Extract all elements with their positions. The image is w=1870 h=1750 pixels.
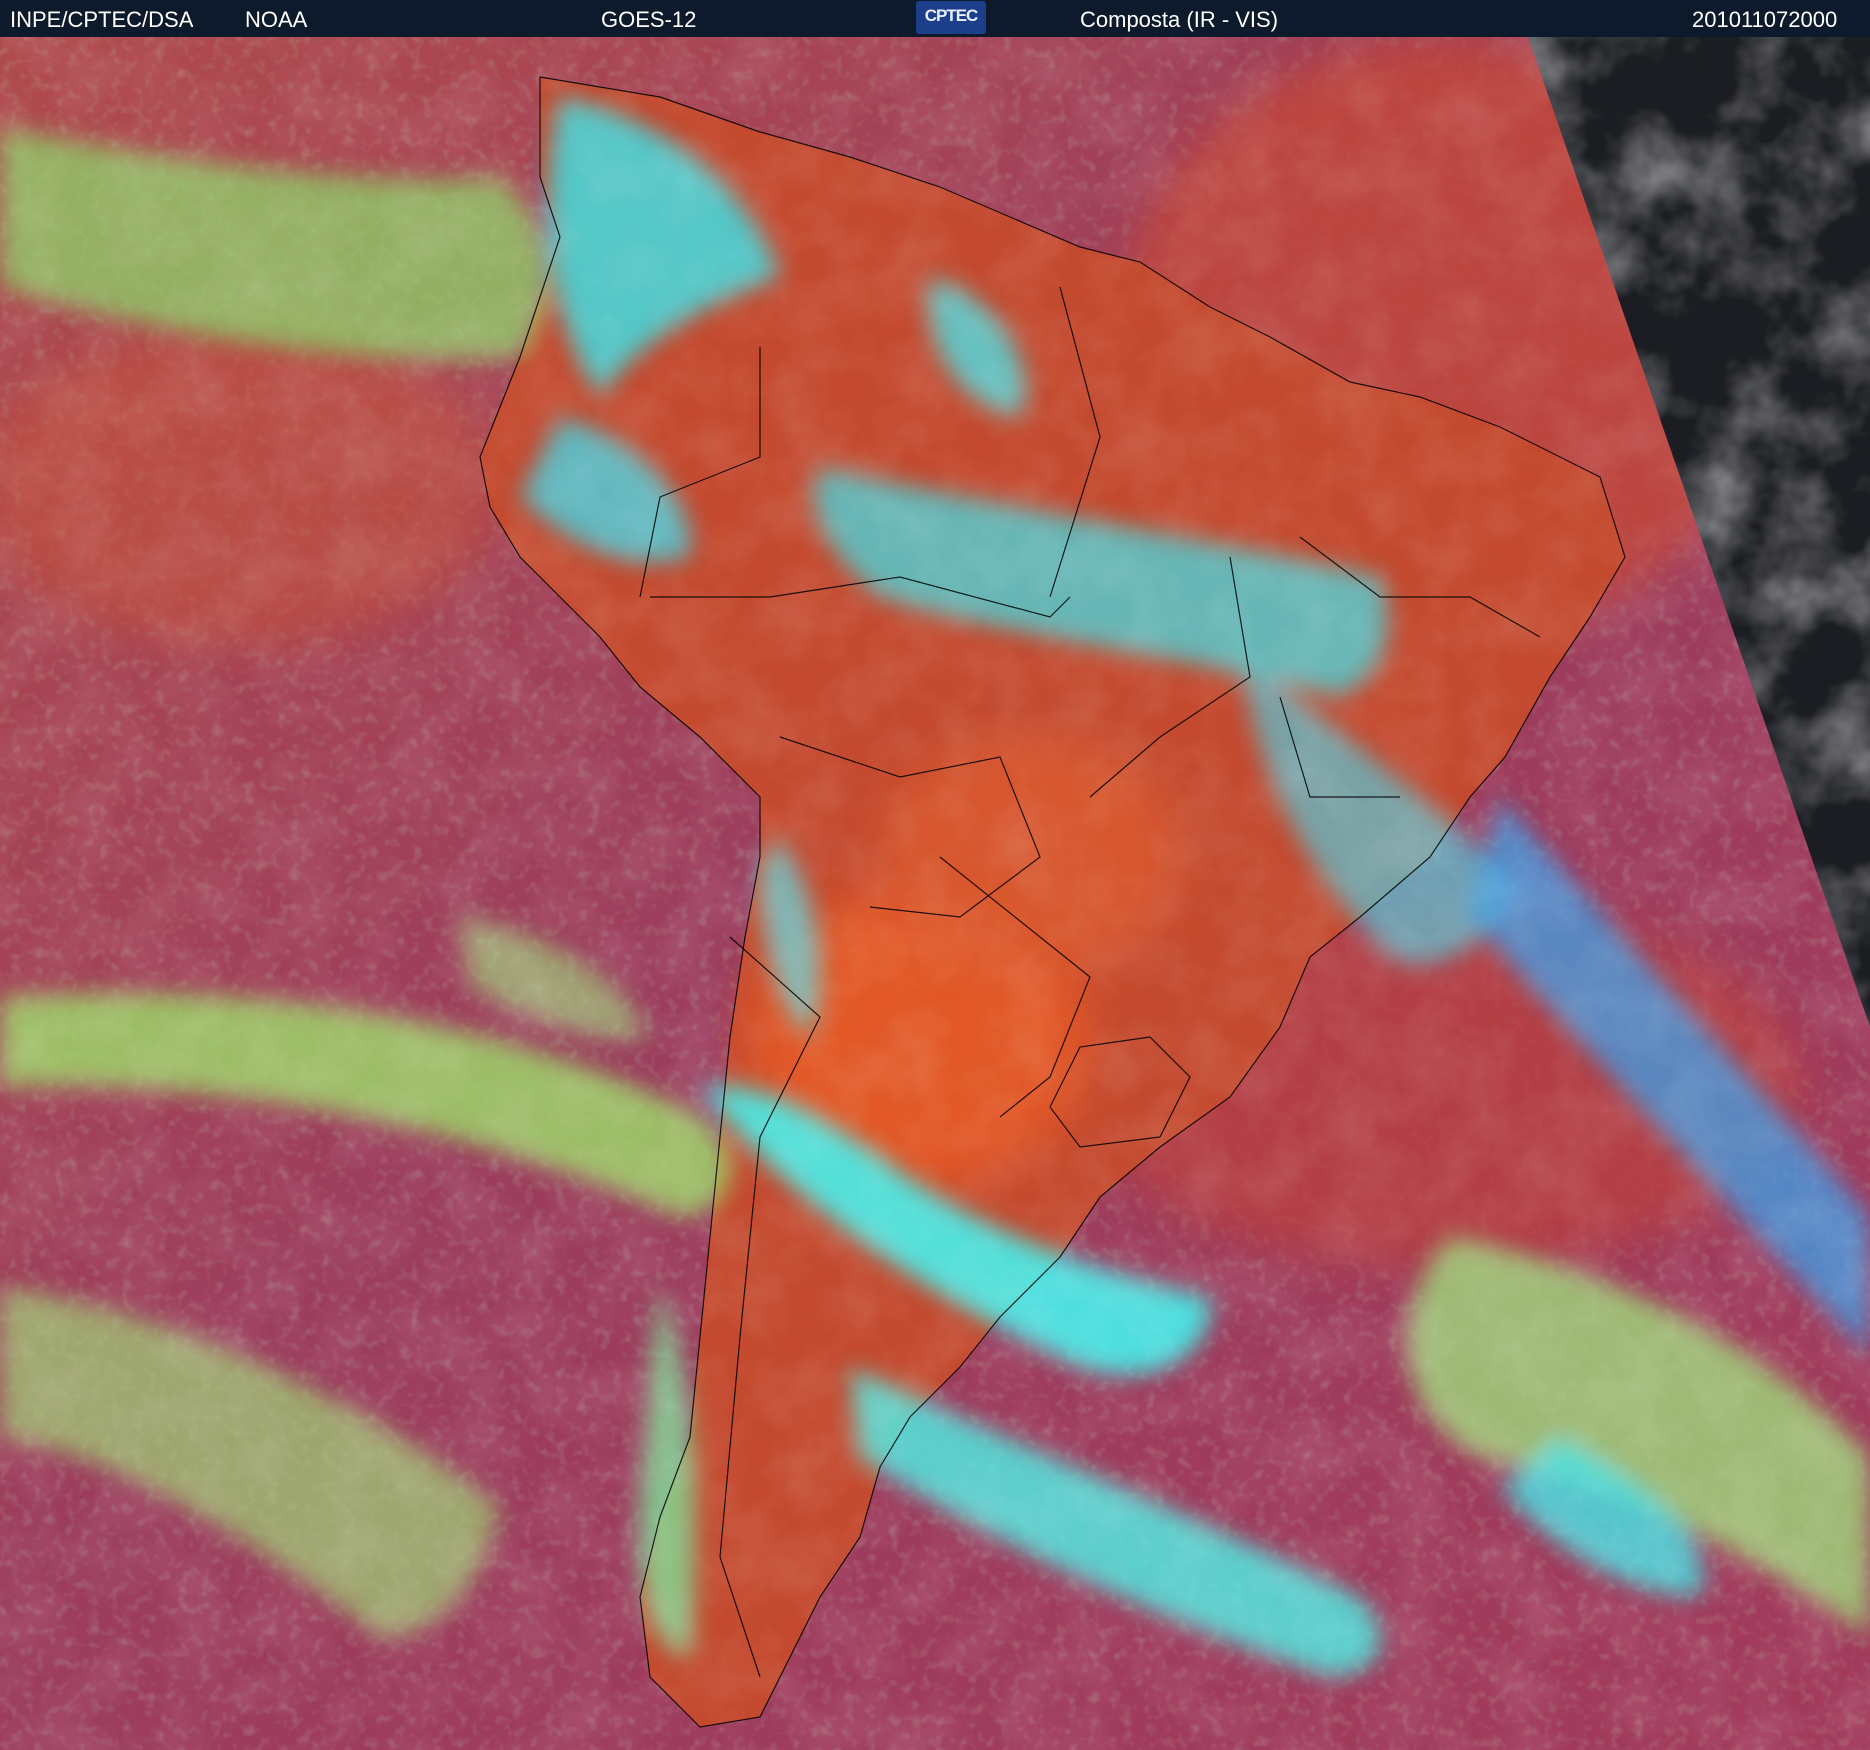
- satellite-image: [0, 37, 1870, 1750]
- satellite-viewer: INPE/CPTEC/DSA NOAA GOES-12 CPTEC Compos…: [0, 0, 1870, 1750]
- header-bar: INPE/CPTEC/DSA NOAA GOES-12 CPTEC Compos…: [0, 0, 1870, 37]
- timestamp-label: 201011072000: [1692, 7, 1838, 32]
- product-label: Composta (IR - VIS): [1080, 7, 1279, 32]
- satellite-label: GOES-12: [601, 7, 697, 32]
- agency-label: INPE/CPTEC/DSA: [10, 7, 194, 32]
- logo-text: CPTEC: [924, 6, 979, 25]
- cloud-texture: [0, 37, 1870, 1750]
- partner-label: NOAA: [245, 7, 308, 32]
- day-region: [0, 37, 1870, 1750]
- cptec-logo: CPTEC: [916, 1, 986, 34]
